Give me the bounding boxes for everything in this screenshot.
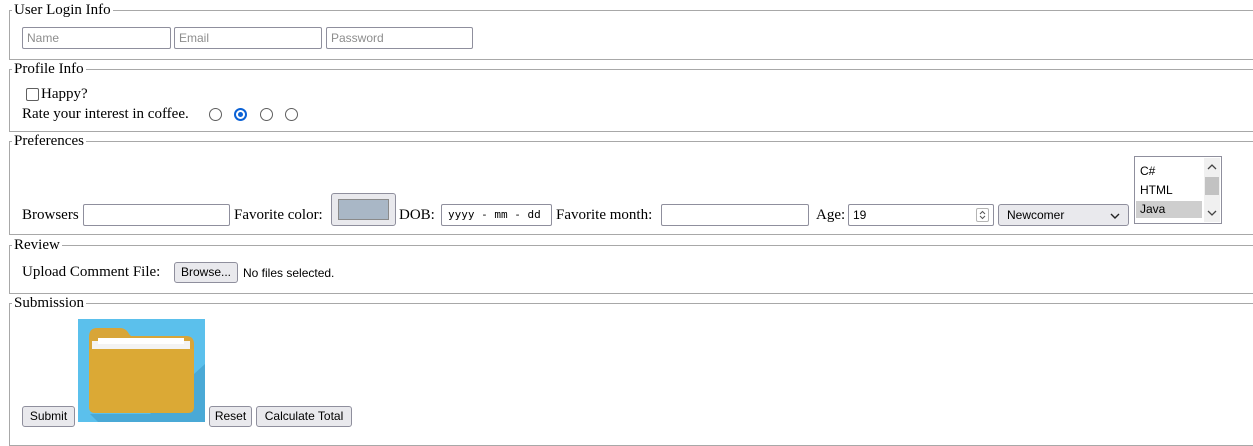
color-swatch xyxy=(338,199,389,220)
color-label: Favorite color: xyxy=(234,207,323,223)
level-select[interactable]: Newcomer xyxy=(998,204,1129,226)
scroll-up-icon[interactable] xyxy=(1204,160,1220,174)
age-input[interactable]: 19 xyxy=(848,204,994,226)
dob-label: DOB: xyxy=(399,207,435,223)
name-input[interactable]: Name xyxy=(22,27,171,49)
coffee-radio-2[interactable] xyxy=(234,108,247,121)
coffee-label: Rate your interest in coffee. xyxy=(22,106,189,122)
folder-icon[interactable] xyxy=(78,319,205,422)
profile-fieldset: Profile Info xyxy=(9,62,1253,132)
scroll-down-icon[interactable] xyxy=(1204,206,1220,220)
month-label: Favorite month: xyxy=(556,207,653,223)
level-selected-value: Newcomer xyxy=(1007,208,1065,222)
spinner-arrows-icon[interactable] xyxy=(976,208,989,222)
color-picker[interactable] xyxy=(331,193,396,226)
password-input[interactable]: Password xyxy=(326,27,473,49)
coffee-radio-4[interactable] xyxy=(285,108,298,121)
coffee-radio-3[interactable] xyxy=(260,108,273,121)
calculate-total-button[interactable]: Calculate Total xyxy=(256,406,352,427)
dob-input[interactable]: yyyy - mm - dd xyxy=(441,204,552,226)
submission-legend: Submission xyxy=(14,295,85,311)
happy-label: Happy? xyxy=(41,86,88,102)
review-legend: Review xyxy=(14,237,60,253)
language-option[interactable]: C# xyxy=(1136,163,1202,180)
browsers-label: Browsers xyxy=(22,207,79,223)
listbox-scrollbar[interactable] xyxy=(1204,158,1220,222)
browsers-input[interactable] xyxy=(83,204,230,226)
scrollbar-thumb[interactable] xyxy=(1205,177,1219,195)
happy-checkbox[interactable] xyxy=(26,88,39,101)
language-option-selected[interactable]: Java xyxy=(1136,201,1202,218)
reset-button[interactable]: Reset xyxy=(209,406,252,427)
browse-button[interactable]: Browse... xyxy=(174,262,238,283)
chevron-down-icon xyxy=(1110,213,1120,219)
email-input[interactable]: Email xyxy=(174,27,322,49)
file-status: No files selected. xyxy=(243,266,335,280)
language-option[interactable]: HTML xyxy=(1136,182,1202,199)
age-value: 19 xyxy=(853,208,867,222)
preferences-legend: Preferences xyxy=(14,133,84,149)
login-legend: User Login Info xyxy=(14,2,111,18)
upload-label: Upload Comment File: xyxy=(22,264,161,280)
languages-listbox[interactable]: C# HTML Java xyxy=(1134,156,1222,224)
age-label: Age: xyxy=(816,207,846,223)
submit-button[interactable]: Submit xyxy=(22,406,75,427)
coffee-radio-1[interactable] xyxy=(209,108,222,121)
month-input[interactable] xyxy=(661,204,809,226)
dob-placeholder: yyyy - mm - dd xyxy=(448,208,541,221)
profile-legend: Profile Info xyxy=(14,61,84,77)
